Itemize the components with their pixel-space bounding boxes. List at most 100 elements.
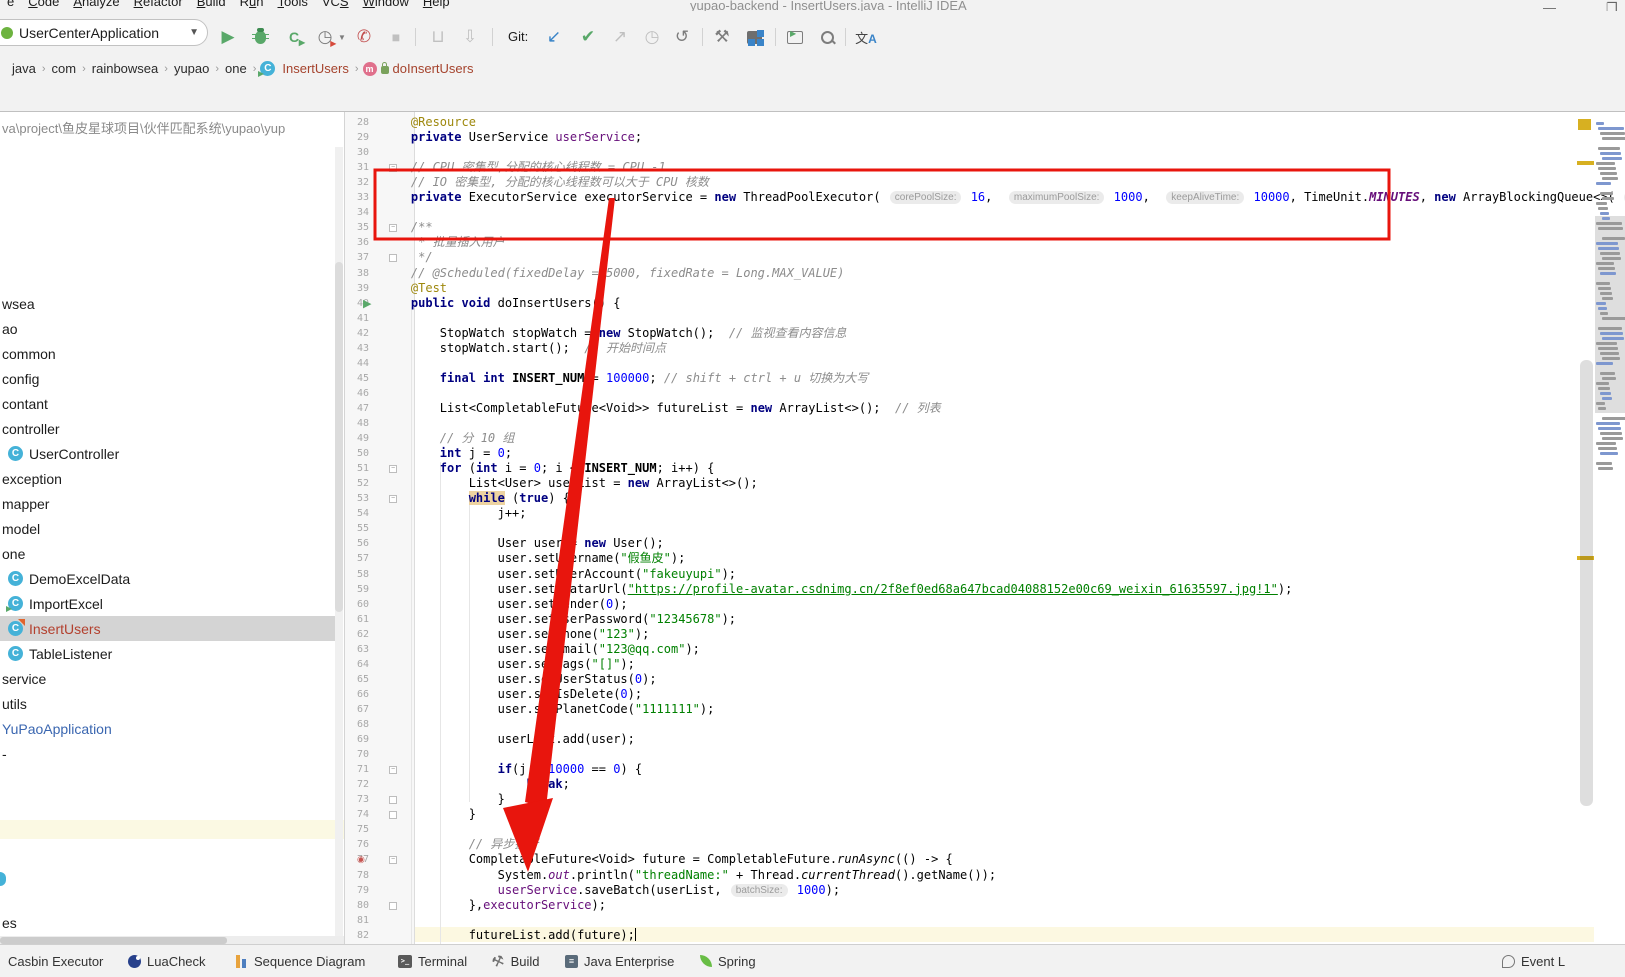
tree-item-usercontroller[interactable]: CUserController xyxy=(0,441,336,466)
statusbar-spring[interactable]: Spring xyxy=(700,945,756,977)
tree-item-mapper[interactable]: mapper xyxy=(0,491,336,516)
tree-item-service[interactable]: service xyxy=(0,666,336,691)
menu-refactor[interactable]: Refactor xyxy=(127,0,190,11)
tree-item-model[interactable]: model xyxy=(0,516,336,541)
code-line-66[interactable]: user.setIsDelete(0); xyxy=(382,687,642,702)
code-line-51[interactable]: for (int i = 0; i < INSERT_NUM; i++) { xyxy=(382,461,714,476)
project-horizontal-scrollbar[interactable] xyxy=(0,936,344,944)
code-line-47[interactable]: List<CompletableFuture<Void>> futureList… xyxy=(382,401,941,416)
code-line-77[interactable]: CompletableFuture<Void> future = Complet… xyxy=(382,852,953,867)
tree-item-partial[interactable]: es xyxy=(0,910,336,935)
run-tool-window-button[interactable] xyxy=(783,24,807,50)
tree-item-ao[interactable]: ao xyxy=(0,316,336,341)
code-line-76[interactable]: // 异步执行 xyxy=(382,837,538,852)
scrollbar-thumb[interactable] xyxy=(0,937,227,944)
statusbar-terminal[interactable]: >_Terminal xyxy=(398,945,467,977)
code-editor[interactable]: 28293031−32333435−3637383940▶41424344454… xyxy=(345,112,1625,944)
code-line-28[interactable]: @Resource xyxy=(382,115,476,130)
code-line-35[interactable]: /** xyxy=(382,220,433,235)
statusbar-luacheck[interactable]: LuaCheck xyxy=(128,945,206,977)
profiler-dropdown-arrow[interactable]: ▼ xyxy=(337,24,347,50)
tree-item-wsea[interactable]: wsea xyxy=(0,291,336,316)
attach-to-process-button[interactable]: ✆ xyxy=(352,24,376,50)
breadcrumb-item[interactable]: rainbowsea xyxy=(92,61,159,76)
breadcrumb-item[interactable]: one xyxy=(225,61,247,76)
stop-button[interactable]: ■ xyxy=(384,24,408,50)
code-line-73[interactable]: } xyxy=(382,792,505,807)
tree-item-common[interactable]: common xyxy=(0,341,336,366)
code-line-82[interactable]: futureList.add(future); xyxy=(382,928,636,943)
search-everywhere-button[interactable] xyxy=(815,24,839,50)
code-line-74[interactable]: } xyxy=(382,807,476,822)
statusbar-casbin-executor[interactable]: Casbin Executor xyxy=(8,945,103,977)
code-line-32[interactable]: // IO 密集型, 分配的核心线程数可以大于 CPU 核数 xyxy=(382,175,709,190)
code-line-69[interactable]: userList.add(user); xyxy=(382,732,635,747)
editor-scrollbar-thumb[interactable] xyxy=(1580,360,1593,806)
git-push-button[interactable]: ↗ xyxy=(608,24,632,50)
tree-item-insertusers[interactable]: CInsertUsers xyxy=(0,616,336,641)
menu-run[interactable]: Run xyxy=(233,0,271,11)
git-rollback-button[interactable]: ↺ xyxy=(670,24,694,50)
code-line-79[interactable]: userService.saveBatch(userList, batchSiz… xyxy=(382,883,840,898)
menu-e[interactable]: e xyxy=(0,0,21,11)
code-line-65[interactable]: user.setUserStatus(0); xyxy=(382,672,657,687)
code-line-33[interactable]: private ExecutorService executorService … xyxy=(382,190,1625,205)
code-line-53[interactable]: while (true) { xyxy=(382,491,570,506)
code-line-71[interactable]: if(j % 10000 == 0) { xyxy=(382,762,642,777)
code-line-64[interactable]: user.setTags("[]"); xyxy=(382,657,635,672)
run-button[interactable]: ▶ xyxy=(216,24,240,50)
code-line-50[interactable]: int j = 0; xyxy=(382,446,512,461)
scrollbar-thumb[interactable] xyxy=(335,262,343,612)
menu-vcs[interactable]: VCS xyxy=(315,0,356,11)
window-restore-button[interactable]: ❐ xyxy=(1606,0,1618,11)
breadcrumb-method[interactable]: doInsertUsers xyxy=(393,61,474,76)
tree-item-contant[interactable]: contant xyxy=(0,391,336,416)
code-line-38[interactable]: // @Scheduled(fixedDelay = 5000, fixedRa… xyxy=(382,266,844,281)
code-line-31[interactable]: // CPU 密集型,分配的核心线程数 = CPU -1 xyxy=(382,160,666,175)
code-line-42[interactable]: StopWatch stopWatch = new StopWatch(); /… xyxy=(382,326,847,341)
profiler-button[interactable]: ◷ xyxy=(314,24,336,50)
tree-item-demoexceldata[interactable]: CDemoExcelData xyxy=(0,566,336,591)
tree-item-yupaoapplication[interactable]: YuPaoApplication xyxy=(0,716,336,741)
git-history-button[interactable]: ◷ xyxy=(640,24,664,50)
run-method-gutter-icon[interactable]: ▶ xyxy=(363,297,371,310)
git-update-button[interactable]: ↙ xyxy=(542,24,566,50)
git-commit-button[interactable]: ✔ xyxy=(576,24,600,50)
code-line-67[interactable]: user.setPlanetCode("1111111"); xyxy=(382,702,714,717)
code-line-59[interactable]: user.setAvatarUrl("https://profile-avata… xyxy=(382,582,1292,597)
tree-item-importexcel[interactable]: CImportExcel xyxy=(0,591,336,616)
breadcrumb-class[interactable]: InsertUsers xyxy=(282,61,348,76)
code-line-78[interactable]: System.out.println("threadName:" + Threa… xyxy=(382,868,996,883)
gutter-mark-icon[interactable]: ◉ xyxy=(357,854,365,865)
update-running-app-button[interactable]: ⊔ xyxy=(426,24,450,50)
code-line-36[interactable]: * 批量插入用户 xyxy=(382,235,505,250)
code-line-61[interactable]: user.setUserPassword("12345678"); xyxy=(382,612,736,627)
code-line-63[interactable]: user.setEmail("123@qq.com"); xyxy=(382,642,700,657)
debug-button[interactable] xyxy=(248,24,272,50)
statusbar-event-log[interactable]: Event L xyxy=(1502,945,1565,977)
run-with-coverage-button[interactable]: C xyxy=(282,24,306,50)
tree-item-tablelistener[interactable]: CTableListener xyxy=(0,641,336,666)
window-minimize-button[interactable]: — xyxy=(1543,0,1556,11)
code-line-62[interactable]: user.setPhone("123"); xyxy=(382,627,649,642)
code-line-57[interactable]: user.setUsername("假鱼皮"); xyxy=(382,551,685,566)
menu-analyze[interactable]: Analyze xyxy=(66,0,126,11)
code-line-56[interactable]: User user = new User(); xyxy=(382,536,664,551)
tree-item-one[interactable]: one xyxy=(0,541,336,566)
menu-window[interactable]: Window xyxy=(356,0,416,11)
project-structure-button[interactable] xyxy=(742,24,766,50)
statusbar-sequence-diagram[interactable]: Sequence Diagram xyxy=(235,945,365,977)
breadcrumb-item[interactable]: java xyxy=(12,61,36,76)
project-vertical-scrollbar[interactable] xyxy=(335,147,343,937)
code-line-52[interactable]: List<User> userList = new ArrayList<>(); xyxy=(382,476,758,491)
menu-build[interactable]: Build xyxy=(190,0,233,11)
code-line-29[interactable]: private UserService userService; xyxy=(382,130,642,145)
hotswap-button[interactable]: ⇩ xyxy=(458,24,482,50)
tree-item-controller[interactable]: controller xyxy=(0,416,336,441)
statusbar-build[interactable]: ⚒Build xyxy=(492,945,539,977)
translate-button[interactable]: 文A xyxy=(852,24,880,50)
menu-help[interactable]: Help xyxy=(416,0,457,11)
build-project-button[interactable]: ⚒ xyxy=(710,24,734,50)
breadcrumb-item[interactable]: com xyxy=(52,61,77,76)
menu-code[interactable]: Code xyxy=(21,0,66,11)
